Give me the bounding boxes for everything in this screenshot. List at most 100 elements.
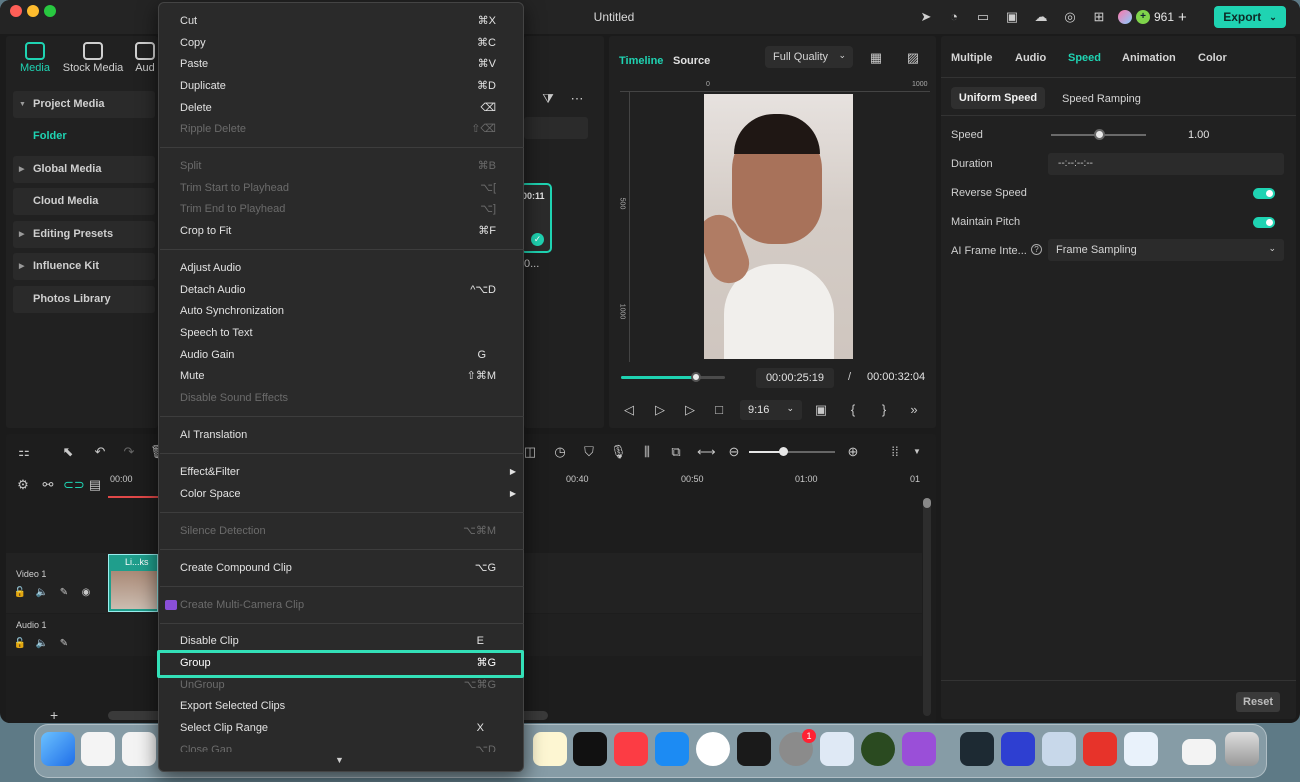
scroll-down-arrow-icon[interactable]: ▼ <box>335 755 344 765</box>
playhead-knob[interactable] <box>690 372 701 382</box>
menu-item-speech-to-text[interactable]: Speech to Text <box>180 323 510 343</box>
menu-item-ai-translation[interactable]: AI Translation <box>180 425 510 445</box>
menu-item-mute[interactable]: Mute ⇧⌘M <box>180 366 510 386</box>
sidebar-item-project-media[interactable]: ▼ Project Media <box>13 91 155 118</box>
select-tool-icon[interactable]: ⬉ <box>60 444 76 460</box>
undo-icon[interactable]: ↶ <box>92 444 108 460</box>
freeform-icon[interactable] <box>122 732 156 766</box>
chevron-down-icon[interactable]: ⌄ <box>1269 12 1277 23</box>
avatar[interactable] <box>1118 10 1132 24</box>
tab-animation[interactable]: Animation <box>1122 52 1176 64</box>
video-preview[interactable] <box>704 94 853 359</box>
tab-timeline[interactable]: Timeline <box>619 55 663 67</box>
redo-icon[interactable]: ↷ <box>121 444 137 460</box>
link-icon[interactable]: ⊂⊃ <box>63 477 85 493</box>
tab-speed[interactable]: Speed <box>1068 52 1101 64</box>
menu-item-duplicate[interactable]: Duplicate ⌘D <box>180 76 510 96</box>
sidebar-item-editing-presets[interactable]: ▶ Editing Presets <box>13 221 155 248</box>
tab-speed-ramping[interactable]: Speed Ramping <box>1062 93 1141 105</box>
menu-item-select-clip-range[interactable]: Select Clip Range X <box>180 718 510 738</box>
menu-item-auto-sync[interactable]: Auto Synchronization <box>180 301 510 321</box>
menu-item-audio-gain[interactable]: Audio Gain G <box>180 345 510 365</box>
speed-slider-knob[interactable] <box>1093 129 1105 140</box>
render-icon[interactable]: ▣ <box>813 402 829 418</box>
playback-progress[interactable] <box>621 372 725 382</box>
add-track-button[interactable]: + <box>50 707 58 723</box>
sidebar-item-photos-library[interactable]: Photos Library <box>13 286 155 313</box>
menu-item-adjust-audio[interactable]: Adjust Audio <box>180 258 510 278</box>
cloud-upload-icon[interactable]: ☁ <box>1033 9 1049 25</box>
tab-stock-media[interactable]: Stock Media <box>60 38 126 84</box>
notes-icon[interactable] <box>533 732 567 766</box>
grid-apps-icon[interactable]: ⊞ <box>1091 9 1107 25</box>
menu-item-delete[interactable]: Delete ⌫ <box>180 98 510 118</box>
sidebar-item-global-media[interactable]: ▶ Global Media <box>13 156 155 183</box>
scroll-thumb[interactable] <box>923 498 931 508</box>
lock-icon[interactable]: 🔓 <box>12 636 28 652</box>
tab-source[interactable]: Source <box>673 55 710 67</box>
duration-field[interactable]: --:--:--:-- <box>1048 153 1284 175</box>
scene-detect-icon[interactable]: ⧉ <box>668 444 684 460</box>
tab-multiple[interactable]: Multiple <box>951 52 993 64</box>
export-button[interactable]: Export ⌄ <box>1214 6 1286 28</box>
sidebar-item-influence-kit[interactable]: ▶ Influence Kit <box>13 253 155 280</box>
quickq-icon[interactable] <box>1124 732 1158 766</box>
track-options-icon[interactable]: ⁞⁞ <box>887 444 903 460</box>
anydesk-icon[interactable] <box>1083 732 1117 766</box>
close-window-button[interactable] <box>10 5 22 17</box>
lock-icon[interactable]: 🔓 <box>12 585 28 601</box>
previous-frame-icon[interactable]: ◁ <box>621 402 637 418</box>
credits-area[interactable]: + 961 + <box>1118 6 1187 28</box>
menu-item-export-selected-clips[interactable]: Export Selected Clips <box>180 696 510 716</box>
sidebar-item-folder[interactable]: Folder <box>33 130 67 142</box>
finder-icon[interactable] <box>41 732 75 766</box>
opera-icon[interactable] <box>737 732 771 766</box>
caret-down-icon[interactable]: ▼ <box>909 444 925 460</box>
music-app-icon[interactable] <box>614 732 648 766</box>
aspect-select[interactable]: 9:16 ⌄ <box>740 400 802 420</box>
magic-icon[interactable]: ✎ <box>56 636 72 652</box>
zoom-slider[interactable] <box>749 447 835 456</box>
menu-item-create-compound-clip[interactable]: Create Compound Clip ⌥G <box>180 558 510 578</box>
search-input[interactable] <box>524 117 588 139</box>
menu-item-disable-clip[interactable]: Disable Clip E <box>180 631 510 651</box>
video-clip[interactable]: Li...ks <box>108 554 158 612</box>
launchpad-icon[interactable] <box>81 732 115 766</box>
menu-item-crop-to-fit[interactable]: Crop to Fit ⌘F <box>180 221 510 241</box>
microphone-icon[interactable]: 🎙 <box>610 444 627 460</box>
help-icon[interactable]: ? <box>1031 244 1042 255</box>
menu-item-color-space[interactable]: Color Space ▶ <box>180 484 516 504</box>
send-icon[interactable]: ➤ <box>918 9 934 25</box>
quality-select[interactable]: Full Quality ⌄ <box>765 46 853 68</box>
vertical-scrollbar[interactable] <box>923 498 931 716</box>
layout-icon[interactable]: ⚏ <box>16 444 32 460</box>
tab-audio[interactable]: Aud <box>132 38 158 84</box>
reverse-speed-toggle[interactable] <box>1253 188 1275 199</box>
sidebar-item-cloud-media[interactable]: Cloud Media <box>13 188 155 215</box>
reset-button[interactable]: Reset <box>1236 692 1280 712</box>
monitor-icon[interactable]: ▭ <box>975 9 991 25</box>
database-icon[interactable] <box>1042 732 1076 766</box>
headset-icon[interactable]: ◔ <box>946 9 962 25</box>
menu-item-paste[interactable]: Paste ⌘V <box>180 54 510 74</box>
zoom-out-icon[interactable]: ⊖ <box>726 444 742 460</box>
unlink-icon[interactable]: ⚯ <box>40 477 56 493</box>
media-thumbnail[interactable]: 00:11 ✓ <box>520 183 552 253</box>
speed-icon[interactable]: ◷ <box>552 444 568 460</box>
minimize-window-button[interactable] <box>27 5 39 17</box>
feedback-icon[interactable] <box>902 732 936 766</box>
menu-item-detach-audio[interactable]: Detach Audio ^⌥D <box>180 280 510 300</box>
mark-in-icon[interactable]: { <box>845 402 861 418</box>
tab-audio-props[interactable]: Audio <box>1015 52 1046 64</box>
zoom-slider-knob[interactable] <box>779 447 788 456</box>
uniconverter-icon[interactable] <box>1001 732 1035 766</box>
maintain-pitch-toggle[interactable] <box>1253 217 1275 228</box>
eye-icon[interactable]: ◉ <box>78 585 94 601</box>
apple-tv-icon[interactable] <box>573 732 607 766</box>
shield-icon[interactable]: ⛉ <box>581 444 597 460</box>
fit-timeline-icon[interactable]: ⟷ <box>697 444 716 460</box>
speaker-icon[interactable]: 🔈 <box>34 636 50 652</box>
more-controls-icon[interactable]: » <box>906 402 922 418</box>
magic-icon[interactable]: ✎ <box>56 585 72 601</box>
speaker-icon[interactable]: 🔈 <box>34 585 50 601</box>
